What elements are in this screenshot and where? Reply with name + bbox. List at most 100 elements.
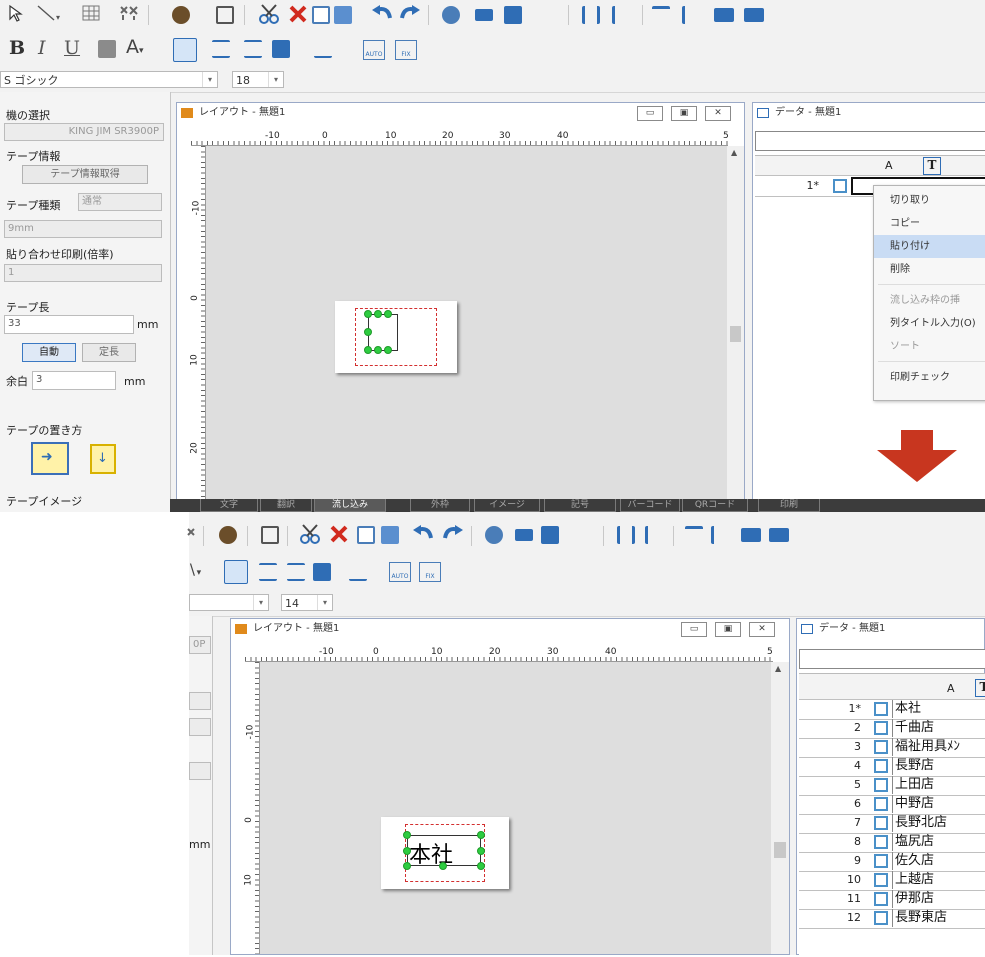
orientation-vertical-button[interactable]: ↓	[90, 444, 116, 474]
col-header-a[interactable]: A	[885, 159, 893, 172]
font-size-combo[interactable]: 18 ▾	[232, 71, 284, 88]
label-preview[interactable]	[335, 301, 457, 373]
menu-item-cut[interactable]: 切り取り	[874, 189, 985, 212]
data-cell[interactable]: 上越店	[892, 871, 985, 889]
align-text-left-icon[interactable]	[173, 38, 197, 62]
copy-frame-icon[interactable]	[216, 6, 234, 24]
orientation-horizontal-button[interactable]: ➜	[31, 442, 69, 475]
maximize-button[interactable]: ▣	[671, 106, 697, 121]
menu-item-column-title[interactable]: 列タイトル入力(O)	[874, 312, 985, 335]
auto-icon[interactable]: AUTO	[389, 562, 411, 582]
frame-icon[interactable]	[118, 4, 140, 22]
fix-icon[interactable]: FIX	[419, 562, 441, 582]
fix-icon[interactable]: FIX	[395, 40, 417, 60]
table-row[interactable]: 11 伊那店	[799, 890, 985, 910]
formula-bar[interactable]	[755, 131, 985, 151]
row-checkbox[interactable]	[874, 873, 888, 887]
maximize-button[interactable]: ▣	[715, 622, 741, 637]
row-checkbox[interactable]	[874, 835, 888, 849]
table-row[interactable]: 8 塩尻店	[799, 833, 985, 853]
data-cell[interactable]: 長野店	[892, 757, 985, 775]
data-cell[interactable]: 福祉用具ﾒﾝ	[892, 738, 985, 756]
font-color-icon[interactable]: ∖▾	[187, 561, 201, 579]
send-back-icon[interactable]	[714, 8, 734, 22]
scroll-thumb[interactable]	[730, 326, 741, 342]
table-row[interactable]: 12 長野東店	[799, 909, 985, 929]
distribute-icon[interactable]	[685, 526, 703, 544]
auto-button[interactable]: 自動	[22, 343, 76, 362]
paste-icon[interactable]	[381, 526, 399, 544]
cut-icon[interactable]	[299, 524, 321, 544]
barcode-icon[interactable]	[515, 529, 533, 541]
col-header-a[interactable]: A	[947, 682, 955, 695]
align-text-center-icon[interactable]	[212, 40, 230, 58]
frame-icon[interactable]	[185, 526, 201, 544]
tab-barcode[interactable]: バーコード	[620, 499, 680, 512]
minimize-button[interactable]: ▭	[681, 622, 707, 637]
table-row[interactable]: 3 福祉用具ﾒﾝ	[799, 738, 985, 758]
redo-icon[interactable]	[441, 524, 463, 544]
distribute-v-icon[interactable]	[711, 526, 729, 544]
bring-front-icon[interactable]	[769, 528, 789, 542]
bring-front-icon[interactable]	[744, 8, 764, 22]
resize-handle[interactable]	[364, 328, 372, 336]
text-column-icon[interactable]: T	[975, 679, 985, 697]
data-cell[interactable]: 長野東店	[892, 909, 985, 927]
resize-handle[interactable]	[477, 847, 485, 855]
data-cell[interactable]: 千曲店	[892, 719, 985, 737]
align-center-icon[interactable]	[612, 6, 630, 24]
justify-icon[interactable]	[313, 563, 331, 581]
row-checkbox[interactable]	[874, 721, 888, 735]
row-checkbox[interactable]	[874, 911, 888, 925]
tape-type-select[interactable]	[189, 692, 211, 710]
resize-handle[interactable]	[477, 831, 485, 839]
tab-flow[interactable]: 流し込み	[314, 499, 386, 512]
paste-icon[interactable]	[334, 6, 352, 24]
row-checkbox[interactable]	[874, 740, 888, 754]
font-name-combo[interactable]: S ゴシック ▾	[0, 71, 218, 88]
resize-handle[interactable]	[403, 831, 411, 839]
menu-item-copy[interactable]: コピー	[874, 212, 985, 235]
tab-translate[interactable]: 翻訳	[260, 499, 312, 512]
vertical-scrollbar[interactable]: ▲	[771, 662, 789, 954]
align-left-icon[interactable]	[617, 526, 635, 544]
copy-frame-icon[interactable]	[261, 526, 279, 544]
tab-symbol[interactable]: 記号	[544, 499, 616, 512]
row-checkbox[interactable]	[874, 702, 888, 716]
row-checkbox[interactable]	[874, 778, 888, 792]
outline-icon[interactable]	[98, 40, 116, 58]
image-icon[interactable]	[485, 526, 503, 544]
font-size-combo[interactable]: 14 ▾	[281, 594, 333, 611]
redo-icon[interactable]	[398, 4, 420, 24]
menu-item-delete[interactable]: 削除	[874, 258, 985, 281]
distribute-icon[interactable]	[652, 6, 670, 24]
cursor-icon[interactable]	[8, 4, 24, 22]
tape-width-select[interactable]: 9mm	[4, 220, 162, 238]
resize-handle[interactable]	[439, 862, 447, 870]
fixed-length-button[interactable]: 定長	[82, 343, 136, 362]
align-left-icon[interactable]	[582, 6, 600, 24]
paste-print-select[interactable]: 1	[4, 264, 162, 282]
row-checkbox[interactable]	[833, 179, 847, 193]
data-cell[interactable]: 上田店	[892, 776, 985, 794]
formula-bar[interactable]	[799, 649, 985, 669]
menu-item-insert-frame[interactable]: 流し込み枠の挿	[874, 289, 985, 312]
table-row[interactable]: 7 長野北店	[799, 814, 985, 834]
resize-handle[interactable]	[384, 310, 392, 318]
tab-text[interactable]: 文字	[200, 499, 258, 512]
send-back-icon[interactable]	[741, 528, 761, 542]
layout-canvas[interactable]	[260, 662, 772, 954]
translate-icon[interactable]	[219, 526, 237, 544]
tape-length-input[interactable]: 33	[4, 315, 134, 334]
qr-icon[interactable]	[504, 6, 522, 24]
resize-handle[interactable]	[384, 346, 392, 354]
underline-icon[interactable]: U	[64, 37, 80, 59]
align-text-left-icon[interactable]	[224, 560, 248, 584]
row-checkbox[interactable]	[874, 816, 888, 830]
italic-icon[interactable]: I	[38, 37, 46, 59]
copy-icon[interactable]	[312, 6, 330, 24]
tab-image[interactable]: イメージ	[474, 499, 540, 512]
cut-icon[interactable]	[258, 4, 280, 24]
image-icon[interactable]	[442, 6, 460, 24]
row-checkbox[interactable]	[874, 797, 888, 811]
